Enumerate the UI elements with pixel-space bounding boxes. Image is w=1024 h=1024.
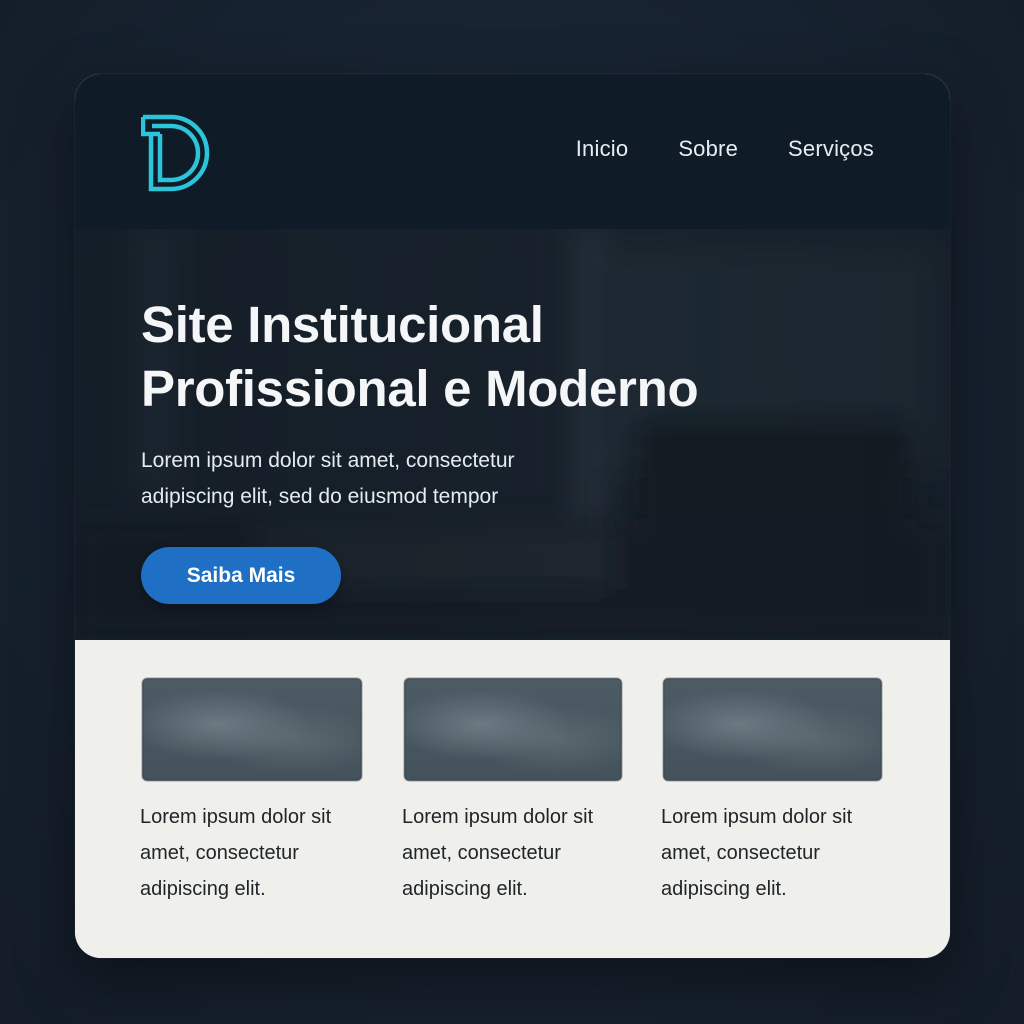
- feature-card: Lorem ipsum dolor sit amet, consectetur …: [140, 678, 362, 907]
- hero-title: Site Institucional Profissional e Modern…: [141, 293, 699, 421]
- saiba-mais-button[interactable]: Saiba Mais: [141, 547, 341, 604]
- hero-title-line-2: Profissional e Moderno: [141, 360, 699, 417]
- feature-text: Lorem ipsum dolor sit amet, consectetur …: [661, 799, 883, 907]
- d-monogram-logo-icon[interactable]: [140, 114, 213, 192]
- feature-text-line: Lorem ipsum dolor sit: [402, 806, 594, 828]
- hero-content: Site Institucional Profissional e Modern…: [141, 293, 699, 515]
- feature-text-line: Lorem ipsum dolor sit: [140, 806, 332, 828]
- main-nav: Inicio Sobre Serviços: [576, 136, 874, 162]
- nav-link-servicos[interactable]: Serviços: [788, 136, 874, 162]
- feature-image: [404, 678, 622, 781]
- feature-text: Lorem ipsum dolor sit amet, consectetur …: [402, 799, 624, 907]
- feature-text-line: amet, consectetur: [140, 842, 299, 864]
- nav-link-sobre[interactable]: Sobre: [678, 136, 738, 162]
- feature-text-line: adipiscing elit.: [140, 878, 266, 900]
- hero-subtitle-line-2: adipiscing elit, sed do eiusmod tempor: [141, 485, 499, 508]
- feature-card: Lorem ipsum dolor sit amet, consectetur …: [402, 678, 624, 907]
- feature-text-line: adipiscing elit.: [661, 878, 787, 900]
- feature-image: [663, 678, 882, 781]
- feature-card: Lorem ipsum dolor sit amet, consectetur …: [661, 678, 883, 907]
- hero-subtitle: Lorem ipsum dolor sit amet, consectetur …: [141, 443, 581, 515]
- hero-section: Site Institucional Profissional e Modern…: [75, 229, 950, 640]
- features-section: Lorem ipsum dolor sit amet, consectetur …: [75, 640, 950, 958]
- feature-text-line: amet, consectetur: [661, 842, 820, 864]
- hero-subtitle-line-1: Lorem ipsum dolor sit amet, consectetur: [141, 449, 515, 472]
- site-header: Inicio Sobre Serviços: [75, 74, 950, 229]
- feature-text-line: adipiscing elit.: [402, 878, 528, 900]
- nav-link-inicio[interactable]: Inicio: [576, 136, 629, 162]
- feature-text: Lorem ipsum dolor sit amet, consectetur …: [140, 799, 362, 907]
- feature-text-line: Lorem ipsum dolor sit: [661, 806, 853, 828]
- feature-image: [142, 678, 362, 781]
- hero-title-line-1: Site Institucional: [141, 296, 544, 353]
- website-card: Inicio Sobre Serviços Site Institucional…: [75, 74, 950, 958]
- feature-text-line: amet, consectetur: [402, 842, 561, 864]
